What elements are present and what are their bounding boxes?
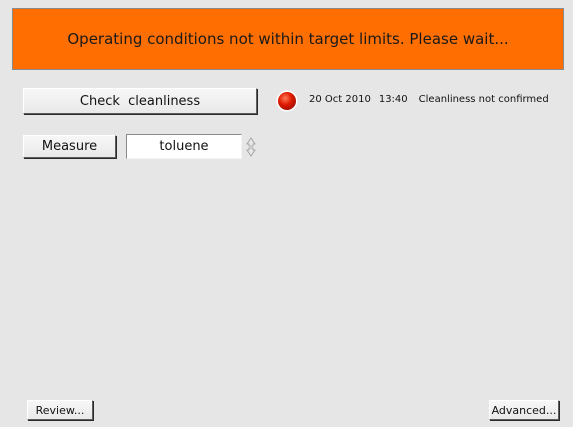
check-cleanliness-label: Check cleanliness bbox=[79, 93, 201, 109]
measure-button[interactable]: Measure bbox=[23, 135, 116, 158]
measure-label: Measure bbox=[41, 139, 98, 154]
banner-message: Operating conditions not within target l… bbox=[67, 30, 509, 48]
advanced-button[interactable]: Advanced... bbox=[489, 400, 559, 420]
red-circle-icon bbox=[276, 90, 298, 112]
status-readout: 20 Oct 2010 13:40 Cleanliness not confirme… bbox=[309, 94, 549, 105]
status-time: 13:40 bbox=[378, 94, 408, 105]
check-cleanliness-button[interactable]: Check cleanliness bbox=[23, 88, 257, 114]
review-button[interactable]: Review... bbox=[27, 400, 93, 420]
solvent-selector[interactable]: toluene bbox=[126, 134, 242, 159]
main-window: Operating conditions not within target l… bbox=[0, 0, 573, 427]
status-date: 20 Oct 2010 bbox=[309, 94, 371, 105]
advanced-label: Advanced... bbox=[491, 403, 557, 417]
up-down-arrows-icon[interactable] bbox=[245, 136, 257, 158]
review-label: Review... bbox=[35, 403, 85, 417]
status-message: Cleanliness not confirmed bbox=[418, 94, 549, 105]
status-banner: Operating conditions not within target l… bbox=[12, 8, 564, 70]
solvent-value: toluene bbox=[159, 139, 209, 154]
